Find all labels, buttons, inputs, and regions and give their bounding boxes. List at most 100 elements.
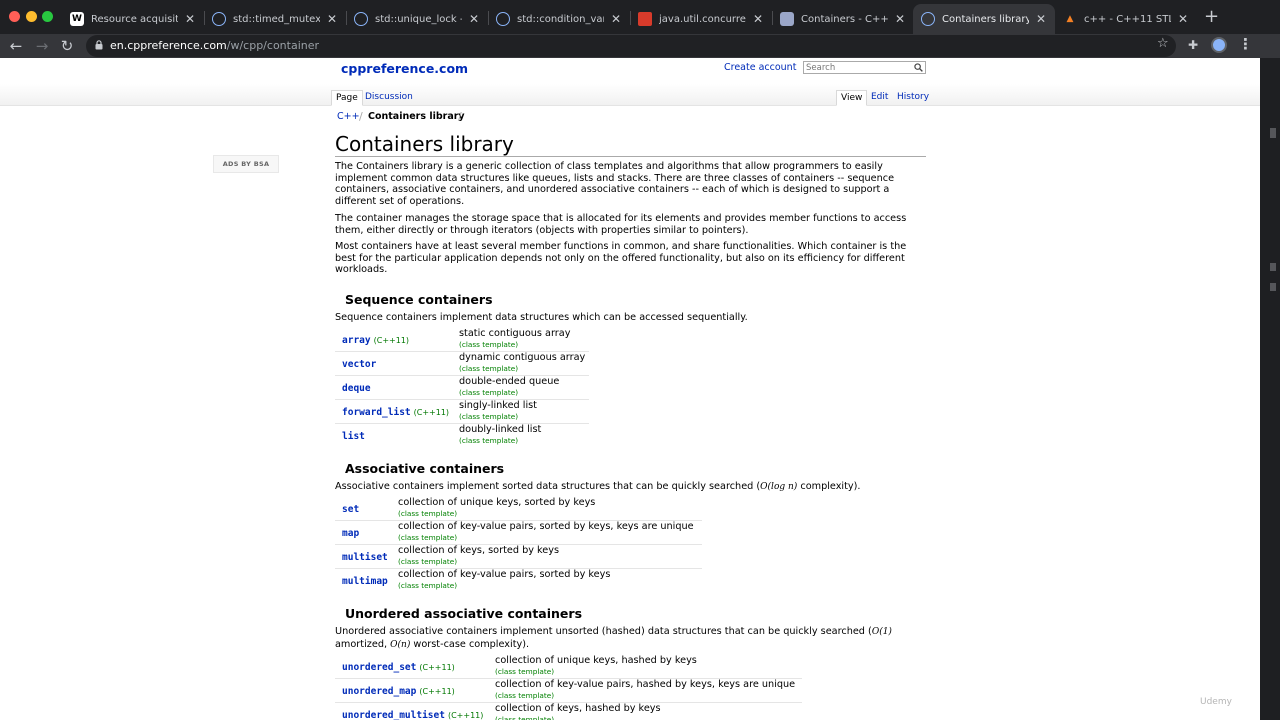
forward-arrow-icon[interactable]: →	[32, 37, 52, 55]
class-template-label: (class template)	[459, 364, 519, 373]
class-template-label: (class template)	[398, 557, 458, 566]
table-row: vector dynamic contiguous array (class t…	[335, 352, 589, 376]
container-description: double-ended queue	[459, 376, 560, 387]
browser-tab[interactable]: std::condition_variab ✕	[488, 4, 630, 34]
section-heading: Associative containers	[345, 461, 505, 476]
table-row: array (C++11) static contiguous array (cl…	[335, 328, 589, 352]
container-description: singly-linked list	[459, 400, 537, 411]
container-link[interactable]: list	[342, 431, 368, 442]
container-link[interactable]: map	[342, 528, 359, 539]
tab-page[interactable]: Page	[331, 90, 363, 106]
container-description: collection of unique keys, sorted by key…	[398, 497, 596, 508]
search-icon[interactable]	[914, 63, 923, 72]
browser-menu-icon[interactable]: ⋮	[1238, 35, 1253, 53]
close-tab-icon[interactable]: ✕	[752, 12, 764, 26]
container-name[interactable]: multiset	[342, 552, 388, 563]
new-tab-icon[interactable]: +	[1204, 8, 1219, 26]
intro-text: complexity).	[797, 481, 861, 492]
container-name[interactable]: vector	[342, 359, 376, 370]
section-heading: Unordered associative containers	[345, 606, 583, 621]
close-tab-icon[interactable]: ✕	[894, 12, 906, 26]
browser-tab[interactable]: ▲ c++ - C++11 STL con ✕	[1055, 4, 1197, 34]
tab-edit[interactable]: Edit	[867, 90, 892, 104]
tab-title: std::condition_variab	[517, 13, 604, 25]
class-template-label: (class template)	[495, 691, 555, 700]
tab-title: Resource acquisition	[91, 13, 178, 25]
url-text: en.cppreference.com/w/cpp/container	[110, 39, 319, 52]
maximize-window-button[interactable]	[42, 11, 53, 22]
breadcrumb-separator: /	[458, 110, 462, 123]
tab-title: java.util.concurrent (	[659, 13, 746, 25]
container-name[interactable]: map	[342, 528, 359, 539]
container-link[interactable]: forward_list (C++11)	[342, 407, 449, 418]
close-window-button[interactable]	[9, 11, 20, 22]
browser-tab[interactable]: std::timed_mutex - c ✕	[204, 4, 346, 34]
table-row: set collection of unique keys, sorted by…	[335, 497, 702, 521]
browser-tab-active[interactable]: Containers library - c ✕	[913, 4, 1055, 34]
container-name[interactable]: multimap	[342, 576, 388, 587]
ads-badge[interactable]: ADS BY BSA	[213, 155, 279, 173]
close-tab-icon[interactable]: ✕	[1035, 12, 1047, 26]
table-row: multimap collection of key-value pairs, …	[335, 569, 702, 593]
close-tab-icon[interactable]: ✕	[468, 12, 480, 26]
complexity-formula: O(n)	[390, 639, 411, 650]
table-row: unordered_map (C++11) collection of key-v…	[335, 679, 802, 703]
tab-title: Containers - C++ Re	[801, 13, 888, 25]
container-name[interactable]: unordered_map	[342, 686, 416, 697]
class-template-label: (class template)	[459, 340, 519, 349]
container-link[interactable]: multimap	[342, 576, 388, 587]
bookmark-star-icon[interactable]: ☆	[1157, 36, 1169, 51]
profile-avatar[interactable]	[1211, 37, 1227, 53]
container-description: dynamic contiguous array	[459, 352, 586, 363]
back-arrow-icon[interactable]: ←	[6, 37, 26, 55]
table-row: list doubly-linked list (class template)	[335, 424, 589, 448]
close-tab-icon[interactable]: ✕	[1177, 12, 1189, 26]
browser-tab[interactable]: Containers - C++ Re ✕	[772, 4, 914, 34]
container-link[interactable]: vector	[342, 359, 379, 370]
container-name[interactable]: unordered_multiset	[342, 710, 445, 720]
wikipedia-icon: W	[70, 12, 84, 26]
container-name[interactable]: unordered_set	[342, 662, 416, 673]
container-link[interactable]: unordered_set (C++11)	[342, 662, 455, 673]
container-name[interactable]: forward_list	[342, 407, 411, 418]
container-name[interactable]: array	[342, 335, 371, 346]
browser-tab[interactable]: java.util.concurrent ( ✕	[630, 4, 772, 34]
tab-view[interactable]: View	[836, 90, 868, 106]
create-account-link[interactable]: Create account	[724, 62, 796, 73]
browser-tab[interactable]: W Resource acquisition ✕	[62, 4, 204, 34]
version-badge: (C++11)	[419, 687, 455, 696]
udemy-watermark: Udemy	[1200, 697, 1232, 707]
tab-title: std::unique_lock - cp	[375, 13, 462, 25]
complexity-formula: O(log n)	[760, 482, 798, 492]
side-panel-strip	[1260, 58, 1280, 720]
breadcrumb-separator: /	[359, 110, 363, 123]
close-tab-icon[interactable]: ✕	[326, 12, 338, 26]
close-tab-icon[interactable]: ✕	[610, 12, 622, 26]
container-name[interactable]: deque	[342, 383, 371, 394]
tab-discussion[interactable]: Discussion	[361, 90, 417, 104]
container-name[interactable]: list	[342, 431, 365, 442]
tab-title: std::timed_mutex - c	[233, 13, 320, 25]
site-logo-link[interactable]: cppreference.com	[341, 61, 468, 76]
tab-history[interactable]: History	[893, 90, 933, 104]
minimize-window-button[interactable]	[26, 11, 37, 22]
search-input[interactable]: Search	[803, 61, 926, 74]
extensions-puzzle-icon[interactable]: ✚	[1188, 38, 1198, 52]
container-link[interactable]: set	[342, 504, 359, 515]
address-bar[interactable]: en.cppreference.com/w/cpp/container	[86, 35, 1176, 57]
reload-icon[interactable]: ↻	[57, 37, 77, 55]
container-link[interactable]: array (C++11)	[342, 335, 409, 346]
container-description: collection of keys, hashed by keys	[495, 703, 661, 714]
breadcrumb-cpp-link[interactable]: C++	[337, 111, 360, 122]
container-link[interactable]: multiset	[342, 552, 388, 563]
close-tab-icon[interactable]: ✕	[184, 12, 196, 26]
container-link[interactable]: unordered_map (C++11)	[342, 686, 455, 697]
class-template-label: (class template)	[459, 388, 519, 397]
container-link[interactable]: unordered_multiset (C++11)	[342, 710, 483, 720]
section-intro: Associative containers implement sorted …	[335, 481, 861, 494]
browser-tab-bar: W Resource acquisition ✕ std::timed_mute…	[0, 0, 1280, 34]
container-name[interactable]: set	[342, 504, 359, 515]
browser-tab[interactable]: std::unique_lock - cp ✕	[346, 4, 488, 34]
container-link[interactable]: deque	[342, 383, 374, 394]
version-badge: (C++11)	[447, 711, 484, 720]
